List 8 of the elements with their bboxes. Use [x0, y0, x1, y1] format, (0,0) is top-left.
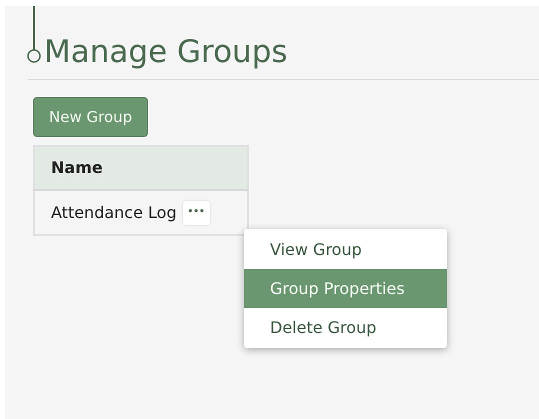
- group-name: Attendance Log: [51, 202, 177, 224]
- menu-item[interactable]: Group Properties: [244, 269, 447, 308]
- menu-item[interactable]: View Group: [244, 230, 447, 269]
- more-actions-button[interactable]: •••: [182, 200, 210, 224]
- menu-item[interactable]: Delete Group: [244, 308, 447, 347]
- new-group-button[interactable]: New Group: [33, 97, 148, 137]
- page-title: Manage Groups: [44, 33, 289, 72]
- column-header: Name: [34, 146, 248, 190]
